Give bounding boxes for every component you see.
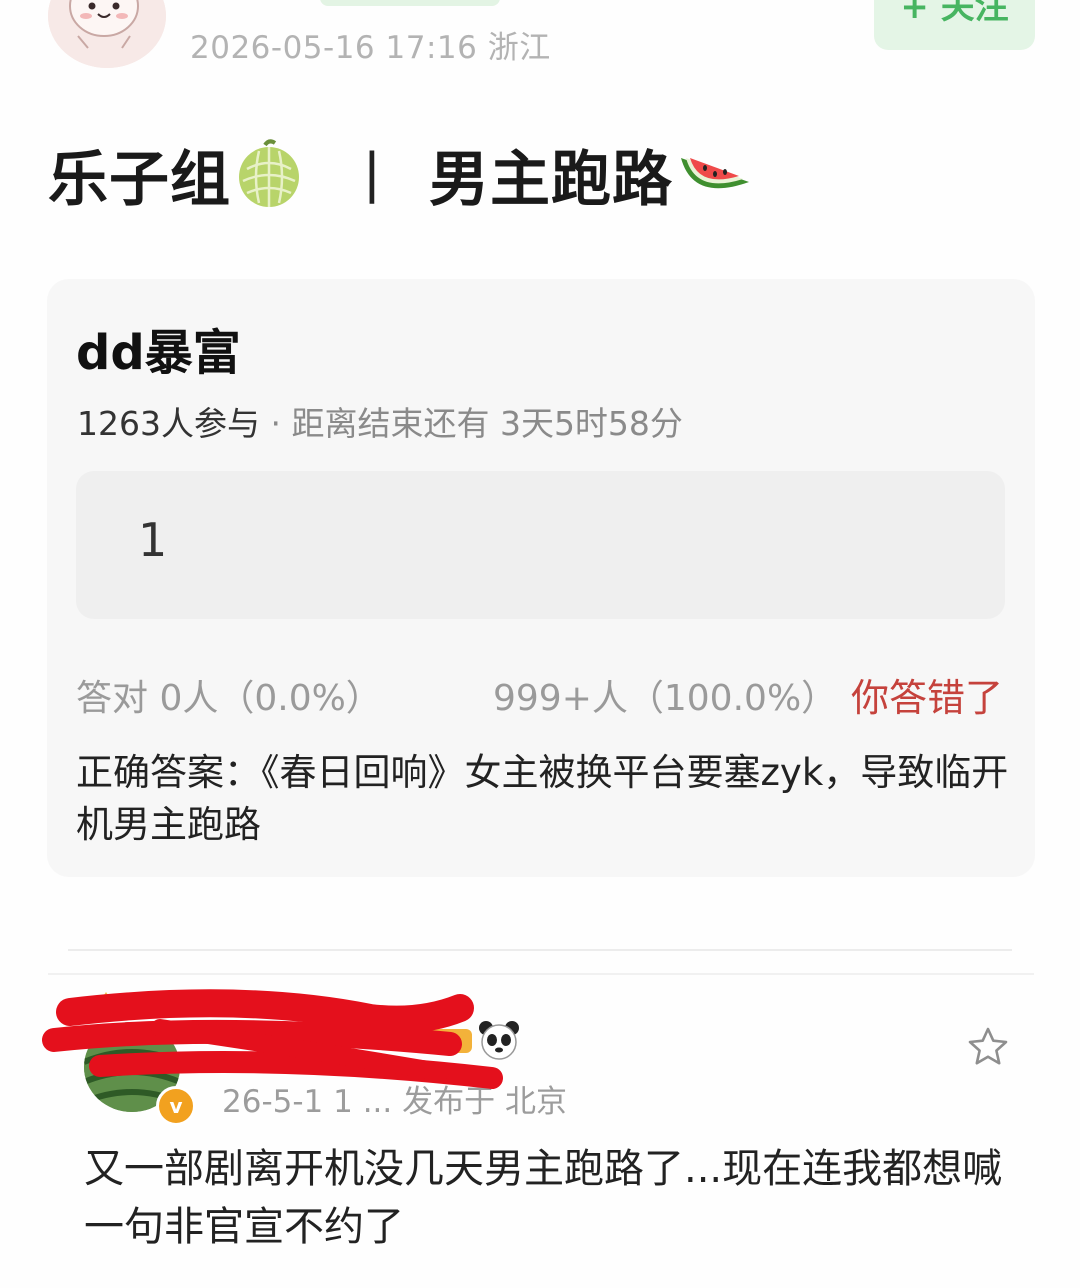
divider	[48, 973, 1034, 975]
follow-button[interactable]: + 关注	[874, 0, 1035, 50]
watermelon-emoji	[677, 142, 753, 206]
title-separator: 丨	[343, 145, 402, 213]
author-avatar[interactable]	[48, 0, 166, 68]
quiz-info: 1263人参与 · 距离结束还有 3天5时58分	[77, 397, 683, 445]
participant-count: 1263人参与	[77, 404, 260, 443]
divider	[68, 949, 1012, 951]
post-meta: 2026-05-16 17:16 浙江	[190, 30, 551, 66]
answer-option-text: 1	[138, 513, 168, 567]
redaction-scribble	[40, 988, 510, 1096]
quiz-card: dd暴富 1263人参与 · 距离结束还有 3天5时58分 1 答对 0人（0.…	[47, 279, 1035, 877]
post-title: 乐子组 丨 男主跑路	[48, 134, 753, 215]
quiz-title: dd暴富	[76, 325, 241, 381]
result-label: 你答错了	[851, 676, 1004, 720]
correct-stat: 答对 0人（0.0%）	[76, 678, 382, 719]
correct-answer-text: 正确答案：《春日回响》女主被换平台要塞zyk，导致临开机男主跑路	[76, 751, 1009, 846]
countdown-text: · 距离结束还有 3天5时58分	[259, 404, 683, 443]
author-name-redacted	[320, 0, 500, 6]
title-right: 男主跑路	[429, 144, 674, 215]
post-page: 2026-05-16 17:16 浙江 + 关注 乐子组 丨 男主跑路 dd暴富…	[0, 0, 1080, 1288]
wrong-stat: 999+人（100.0%）	[493, 678, 838, 719]
title-left: 乐子组	[48, 144, 231, 215]
star-icon[interactable]	[966, 1025, 1010, 1073]
melon-emoji	[235, 139, 303, 209]
answer-option[interactable]: 1	[76, 471, 1005, 619]
comment-text: 又一部剧离开机没几天男主跑路了...现在连我都想喊一句非官宣不约了	[84, 1146, 1003, 1250]
